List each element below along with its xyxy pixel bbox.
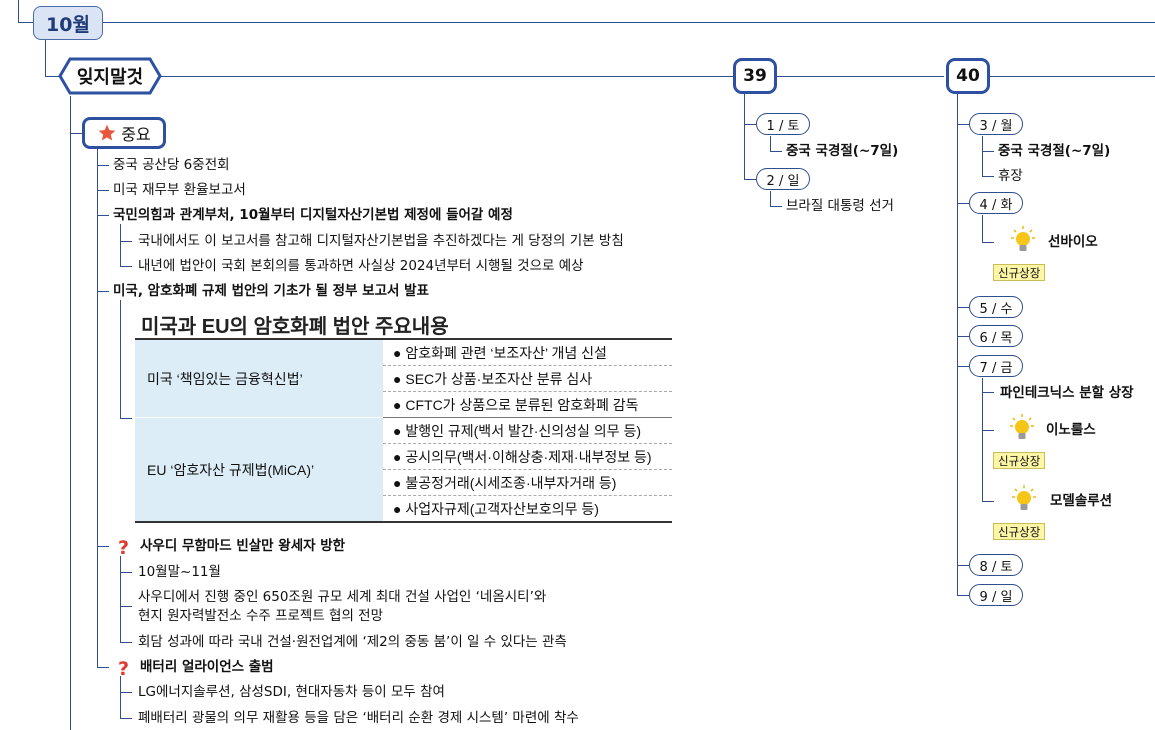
table-cell: ● 발행인 규제(백서 발간·신의성실 의무 등) [383, 417, 672, 444]
saudi-title: 사우디 무함마드 빈살만 왕세자 방한 [140, 538, 346, 554]
ipo-name: 선바이오 [1048, 234, 1098, 250]
ipo-name: 모델솔루션 [1050, 493, 1113, 509]
day-node[interactable]: 5 / 수 [969, 296, 1023, 318]
svg-text:?: ? [118, 537, 129, 557]
topic-label: 잊지말것 [76, 67, 144, 88]
svg-text:?: ? [118, 658, 129, 678]
table-cell: ● CFTC가 상품으로 분류된 암호화폐 감독 [383, 391, 672, 418]
table-cell: ● 불공정거래(시세조종·내부자거래 등) [383, 469, 672, 496]
lightbulb-icon [1011, 226, 1035, 251]
day-node[interactable]: 2 / 일 [756, 168, 810, 190]
table-cell: ● 공시의무(백서·이해상충·제재·내부정보 등) [383, 443, 672, 470]
table-cell: ● 암호화폐 관련 ‘보조자산’ 개념 신설 [383, 340, 672, 366]
list-item: 폐배터리 광물의 의무 재활용 등을 담은 ‘배터리 순환 경제 시스템’ 마련… [138, 710, 579, 726]
lightbulb-icon [1010, 414, 1034, 439]
list-item: 사우디에서 진행 중인 650조원 규모 세계 최대 건설 사업인 ‘네옴시티’… [138, 589, 547, 605]
table-cell: ● 사업자규제(고객자산보호의무 등) [393, 500, 599, 517]
day-note: 파인테크닉스 분할 상장 [1000, 385, 1134, 401]
important-node[interactable]: 중요 [82, 117, 166, 149]
table-title: 미국과 EU의 암호화폐 법안 주요내용 [141, 316, 449, 338]
question-icon: ? [116, 537, 134, 561]
list-item: 회담 성과에 따라 국내 건설·원전업계에 ‘제2의 중동 붐’이 일 수 있다… [138, 634, 567, 650]
day-node[interactable]: 7 / 금 [969, 355, 1023, 377]
day-node[interactable]: 6 / 목 [969, 325, 1023, 347]
list-item: 10월말~11월 [138, 564, 221, 580]
question-icon: ? [116, 658, 134, 682]
day-note: 브라질 대통령 선거 [786, 198, 894, 214]
table-group-name: EU ‘암호자산 규제법(MiCA)’ [135, 417, 383, 521]
day-node[interactable]: 8 / 토 [969, 554, 1023, 576]
important-label: 중요 [121, 125, 151, 144]
embedded-table: 미국과 EU의 암호화폐 법안 주요내용 미국 ‘책임있는 금융혁신법’ ● 암… [135, 306, 672, 523]
day-node[interactable]: 9 / 일 [969, 584, 1023, 606]
ipo-name: 이노룰스 [1046, 422, 1096, 438]
list-item: 내년에 법안이 국회 본회의를 통과하면 사실상 2024년부터 시행될 것으로… [138, 258, 584, 274]
lightbulb-icon [1012, 485, 1036, 510]
list-item: 미국, 암호화폐 규제 법안의 기초가 될 정부 보고서 발표 [113, 283, 429, 299]
day-node[interactable]: 1 / 토 [756, 113, 810, 135]
star-icon [98, 124, 116, 141]
day-node[interactable]: 3 / 월 [969, 113, 1023, 135]
list-item: 현지 원자력발전소 수주 프로젝트 협의 전망 [138, 608, 384, 624]
list-item: 중국 공산당 6중전회 [113, 157, 230, 173]
day-note: 휴장 [998, 168, 1023, 184]
list-item: 국내에서도 이 보고서를 참고해 디지털자산기본법을 추진하겠다는 게 당정의 … [138, 233, 624, 249]
battery-title: 배터리 얼라이언스 출범 [140, 659, 274, 675]
day-node[interactable]: 4 / 화 [969, 192, 1023, 214]
table-cell: ● SEC가 상품·보조자산 분류 심사 [383, 365, 672, 392]
day-note: 중국 국경절(~7일) [786, 143, 899, 159]
week-40-node[interactable]: 40 [946, 58, 990, 94]
day-note: 중국 국경절(~7일) [998, 143, 1111, 159]
list-item: LG에너지솔루션, 삼성SDI, 현대자동차 등이 모두 참여 [138, 684, 445, 700]
list-item: 국민의힘과 관계부처, 10월부터 디지털자산기본법 제정에 들어갈 예정 [113, 207, 513, 223]
new-listing-badge: 신규상장 [993, 523, 1046, 540]
new-listing-badge: 신규상장 [993, 452, 1046, 469]
new-listing-badge: 신규상장 [993, 264, 1046, 281]
month-node[interactable]: 10월 [33, 6, 103, 40]
list-item: 미국 재무부 환율보고서 [113, 182, 246, 198]
week-39-node[interactable]: 39 [733, 58, 777, 94]
table-group-name: 미국 ‘책임있는 금융혁신법’ [135, 340, 383, 418]
